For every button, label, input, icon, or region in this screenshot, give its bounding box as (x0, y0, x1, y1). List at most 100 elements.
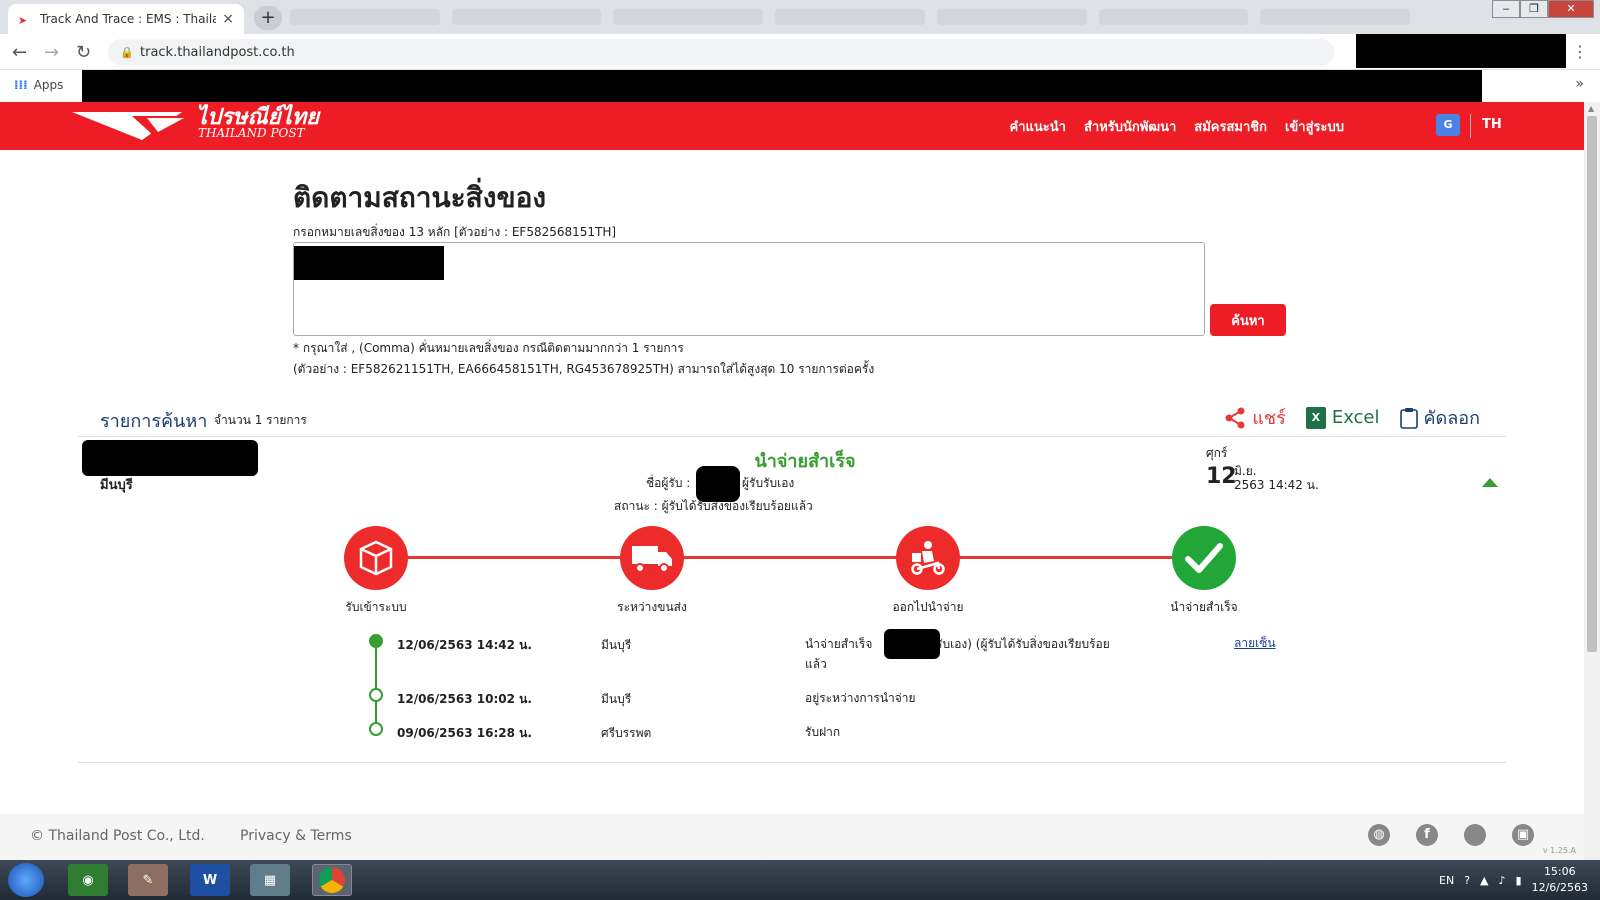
nav-register[interactable]: สมัครสมาชิก (1194, 116, 1267, 137)
url-field[interactable]: 🔒 track.thailandpost.co.th (108, 39, 1334, 66)
network-icon[interactable]: ▮ (1516, 874, 1522, 887)
tracking-number-hint: กรอกหมายเลขสิ่งของ 13 หลัก [ตัวอย่าง : E… (293, 225, 617, 239)
taskbar-app-word-icon[interactable]: W (190, 864, 230, 896)
results-title: รายการค้นหา (100, 411, 208, 432)
back-arrow-icon[interactable]: ← (12, 42, 27, 63)
truck-icon (632, 546, 672, 573)
timeline-description: รับฝาก (805, 725, 841, 739)
background-tab[interactable] (936, 9, 1087, 25)
background-tabs[interactable] (290, 9, 1411, 27)
delivery-year-time: 2563 14:42 น. (1234, 478, 1319, 492)
background-tab[interactable] (613, 9, 764, 25)
copy-button[interactable]: คัดลอก (1399, 403, 1480, 432)
delivery-day-name: ศุกร์ (1206, 446, 1228, 460)
step-label-accepted: รับเข้าระบบ (345, 600, 407, 614)
timeline-place: มีนบุรี (601, 692, 632, 706)
search-button[interactable]: ค้นหา (1210, 304, 1286, 336)
version-label: v 1.25.A (1542, 846, 1576, 855)
system-tray: EN ? ▲ ♪ ▮ 15:06 12/6/2563 (1439, 864, 1588, 896)
lock-icon: 🔒 (120, 46, 134, 59)
browser-tab-bar: ➤ Track And Trace : EMS : Thailand × + ‒… (0, 0, 1600, 34)
results-divider (78, 436, 1506, 437)
step-accepted (344, 526, 408, 590)
nav-login[interactable]: เข้าสู่ระบบ (1285, 116, 1344, 137)
background-tab[interactable] (1098, 9, 1249, 25)
step-delivered (1172, 526, 1236, 590)
share-icon (1225, 407, 1245, 428)
nav-guide[interactable]: คำแนะนำ (1010, 116, 1066, 137)
bookmarks-more-icon[interactable]: » (1575, 76, 1584, 92)
taskbar-app-globe-icon[interactable]: ◉ (68, 864, 108, 896)
step-in-transit (620, 526, 684, 590)
browser-tab-active[interactable]: ➤ Track And Trace : EMS : Thailand × (8, 4, 244, 34)
background-tab[interactable] (1260, 9, 1411, 25)
tab-close-icon[interactable]: × (222, 11, 234, 27)
apps-bookmark[interactable]: ⁞⁞⁞ Apps (14, 78, 63, 92)
nav-divider (1470, 114, 1471, 138)
apple-icon[interactable] (1464, 824, 1486, 846)
timeline-desc-part: นำจ่ายสำเร็จ (805, 637, 873, 651)
delivery-status-title: นำจ่ายสำเร็จ (754, 451, 856, 472)
scroll-thumb[interactable] (1587, 116, 1597, 652)
taskbar-app-paint-icon[interactable]: ✎ (128, 864, 168, 896)
comma-note: * กรุณาใส่ , (Comma) คั่นหมายเลขสิ่งของ … (293, 341, 684, 355)
scroll-up-icon[interactable]: ▲ (1588, 104, 1594, 113)
logo-text: ไปรษณีย์ไทย (196, 104, 320, 130)
collapse-caret-icon[interactable] (1482, 478, 1498, 487)
example-note: (ตัวอย่าง : EF582621151TH, EA666458151TH… (293, 362, 875, 376)
window-controls: ‒ ❐ ✕ (1492, 0, 1594, 18)
clock[interactable]: 15:06 12/6/2563 (1532, 864, 1588, 896)
background-tab[interactable] (775, 9, 925, 25)
volume-icon[interactable]: ♪ (1499, 874, 1506, 887)
background-tab[interactable] (451, 9, 602, 25)
background-tab[interactable] (290, 9, 440, 25)
browser-menu-icon[interactable]: ⋮ (1572, 42, 1588, 61)
recipient-suffix: ผู้รับรับเอง (741, 476, 795, 490)
new-tab-button[interactable]: + (254, 6, 282, 30)
apps-label: Apps (33, 78, 64, 92)
redacted-recipient-in-timeline (884, 629, 940, 659)
logo-subtext: THAILAND POST (198, 126, 305, 140)
close-window-icon[interactable]: ✕ (1548, 0, 1594, 18)
site-footer: © Thailand Post Co., Ltd. Privacy & Term… (0, 814, 1584, 860)
facebook-icon[interactable]: f (1416, 824, 1438, 846)
progress-line (376, 556, 1208, 559)
timeline-description: นำจ่ายสำเร็จ รับเอง) (ผู้รับได้รับสิ่งขอ… (805, 634, 1110, 674)
excel-button[interactable]: X Excel (1305, 406, 1380, 429)
forward-arrow-icon[interactable]: → (44, 42, 59, 63)
taskbar-app-calculator-icon[interactable]: ▦ (250, 864, 290, 896)
page-title: ติดตามสถานะสิ่งของ (293, 181, 547, 214)
taskbar-app-chrome-icon[interactable] (312, 864, 352, 896)
site-nav: คำแนะนำ สำหรับนักพัฒนา สมัครสมาชิก เข้าส… (1010, 102, 1344, 150)
maximize-icon[interactable]: ❐ (1520, 0, 1548, 18)
nav-developers[interactable]: สำหรับนักพัฒนา (1084, 116, 1176, 137)
minimize-icon[interactable]: ‒ (1492, 0, 1520, 18)
step-label-out-for-delivery: ออกไปนำจ่าย (892, 600, 964, 614)
globe-icon[interactable]: ◍ (1368, 824, 1390, 846)
start-button-icon[interactable] (8, 863, 44, 897)
timeline-place: ศรีบรรพต (601, 726, 652, 740)
checkmark-icon (1185, 543, 1223, 573)
timeline-desc-part: รับเอง) (ผู้รับได้รับสิ่งของเรียบร้อย (936, 637, 1110, 651)
privacy-terms-link[interactable]: Privacy & Terms (240, 828, 352, 844)
step-label-delivered: นำจ่ายสำเร็จ (1170, 600, 1238, 614)
language-selector[interactable]: TH (1482, 117, 1502, 132)
tracking-number-input[interactable] (293, 242, 1205, 336)
input-language[interactable]: EN (1439, 874, 1454, 887)
origin-location: มีนบุรี (100, 478, 133, 493)
redacted-extensions (1356, 34, 1566, 68)
signature-link[interactable]: ลายเซ็น (1234, 634, 1276, 653)
tab-title: Track And Trace : EMS : Thailand (40, 12, 217, 26)
share-button[interactable]: แชร์ (1224, 403, 1286, 432)
help-icon[interactable]: ? (1464, 874, 1470, 887)
google-translate-icon[interactable]: G (1436, 114, 1460, 136)
step-label-in-transit: ระหว่างขนส่ง (617, 600, 687, 614)
excel-icon: X (1305, 406, 1326, 429)
box-icon (359, 540, 393, 576)
timeline-dot-current (369, 634, 383, 648)
timeline-place: มีนบุรี (601, 638, 632, 652)
page-scrollbar[interactable]: ▲ (1584, 102, 1600, 860)
tray-up-arrow-icon[interactable]: ▲ (1480, 874, 1488, 887)
android-icon[interactable]: ▣ (1512, 824, 1534, 846)
reload-icon[interactable]: ↻ (76, 42, 91, 63)
